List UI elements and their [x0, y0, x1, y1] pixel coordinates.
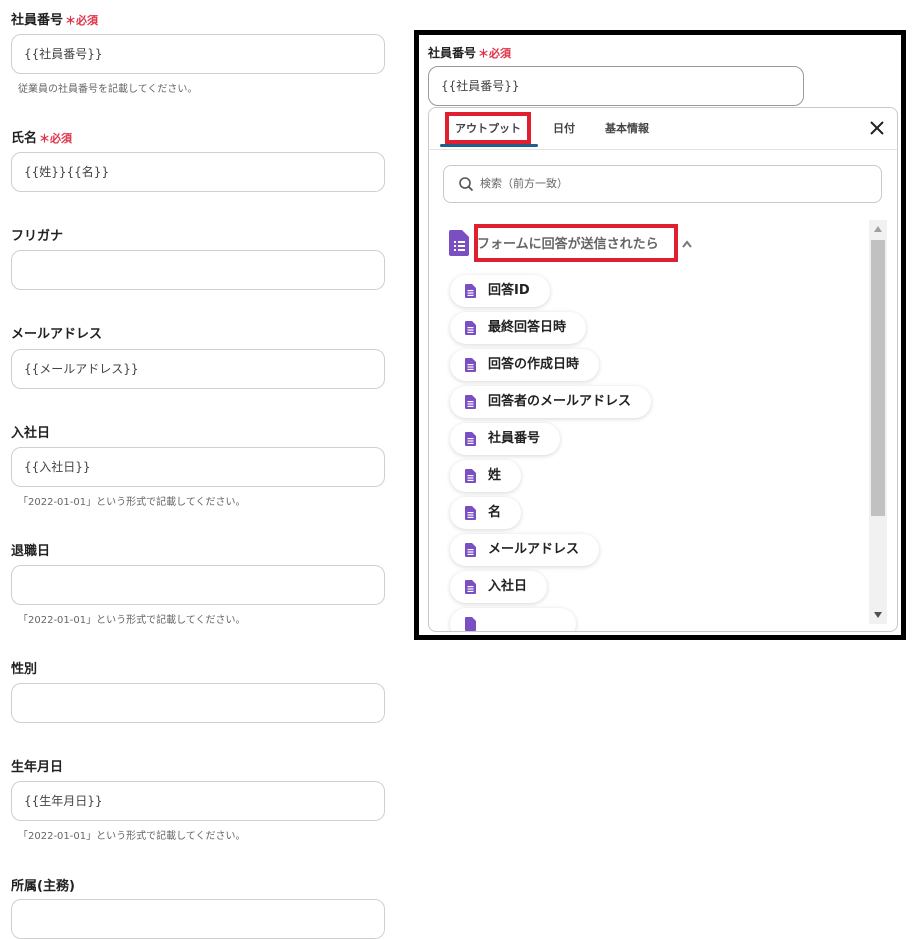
department-input[interactable] [11, 899, 385, 939]
scroll-up-arrow-icon[interactable] [874, 226, 882, 232]
search-icon [459, 177, 474, 192]
field-label-full-name: 氏名 ＊必須 [11, 131, 73, 146]
tab-date[interactable]: 日付 [553, 108, 575, 148]
hire-date-input[interactable]: {{入社日}} [11, 447, 385, 487]
doc-icon [465, 506, 476, 520]
field-label-employee-number: 社員番号 ＊必須 [11, 13, 99, 28]
gender-input[interactable] [11, 683, 385, 723]
doc-icon [465, 321, 476, 335]
doc-icon [465, 284, 476, 298]
required-mark: ＊必須 [478, 47, 512, 60]
doc-icon [465, 617, 476, 631]
full-name-input[interactable]: {{姓}}{{名}} [11, 152, 385, 192]
employee-number-input[interactable]: {{社員番号}} [11, 34, 385, 74]
output-item[interactable]: メールアドレス [450, 534, 600, 566]
form-doc-icon [449, 230, 469, 256]
output-item[interactable]: 回答者のメールアドレス [450, 386, 652, 418]
email-input[interactable]: {{メールアドレス}} [11, 349, 385, 389]
field-label-hire-date: 入社日 [11, 426, 51, 441]
required-mark: ＊必須 [65, 14, 99, 27]
field-label-gender: 性別 [11, 662, 38, 677]
active-tab-indicator [440, 144, 538, 147]
birth-date-hint: 「2022-01-01」という形式で記載してください。 [18, 831, 246, 842]
tab-bar: アウトプット 日付 基本情報 [429, 108, 897, 150]
birth-date-input[interactable]: {{生年月日}} [11, 781, 385, 821]
field-label-furigana: フリガナ [11, 229, 64, 244]
doc-icon [465, 543, 476, 557]
field-label-email: メールアドレス [11, 327, 103, 342]
field-label-retirement-date: 退職日 [11, 544, 51, 559]
doc-icon [465, 580, 476, 594]
field-label-department: 所属(主務) [11, 879, 75, 894]
doc-icon [465, 395, 476, 409]
retirement-date-input[interactable] [11, 565, 385, 605]
retirement-date-hint: 「2022-01-01」という形式で記載してください。 [18, 615, 246, 626]
panel-field-label: 社員番号 ＊必須 [428, 46, 512, 60]
required-mark: ＊必須 [39, 132, 73, 145]
chevron-up-icon[interactable] [681, 239, 693, 249]
output-item[interactable]: 回答ID [450, 275, 550, 307]
employee-number-hint: 従業員の社員番号を記載してください。 [18, 84, 198, 95]
scroll-down-arrow-icon[interactable] [874, 612, 882, 618]
output-item[interactable]: 社員番号 [450, 423, 561, 455]
output-item[interactable]: 最終回答日時 [450, 312, 587, 344]
highlight-box-output-tab [445, 112, 531, 144]
highlight-box-group-title [474, 224, 678, 262]
output-picker-popup: アウトプット 日付 基本情報 検索（前方一致） フォームに回答が送信されたら 回… [428, 107, 898, 632]
output-item-partial[interactable] [450, 608, 576, 631]
output-item[interactable]: 名 [450, 497, 522, 529]
doc-icon [465, 432, 476, 446]
doc-icon [465, 469, 476, 483]
doc-icon [465, 358, 476, 372]
zoomed-output-panel: 社員番号 ＊必須 {{社員番号}} アウトプット 日付 基本情報 検索（前方一致） [414, 30, 906, 640]
close-icon[interactable] [867, 118, 887, 138]
scrollbar[interactable] [869, 220, 887, 624]
panel-employee-number-input[interactable]: {{社員番号}} [428, 66, 804, 106]
output-item[interactable]: 姓 [450, 460, 522, 492]
field-label-birth-date: 生年月日 [11, 760, 64, 775]
furigana-input[interactable] [11, 250, 385, 290]
search-placeholder: 検索（前方一致） [480, 177, 568, 190]
output-item[interactable]: 入社日 [450, 571, 548, 603]
tab-basic-info[interactable]: 基本情報 [605, 108, 649, 148]
search-input[interactable]: 検索（前方一致） [443, 165, 882, 203]
hire-date-hint: 「2022-01-01」という形式で記載してください。 [18, 497, 246, 508]
scrollbar-thumb[interactable] [871, 240, 885, 516]
output-item[interactable]: 回答の作成日時 [450, 349, 600, 381]
